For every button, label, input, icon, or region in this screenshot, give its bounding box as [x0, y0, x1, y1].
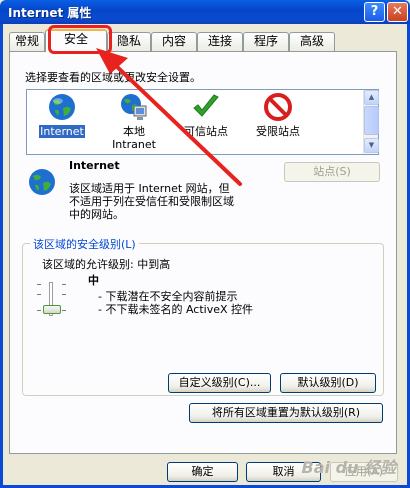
zone-restricted-label: 受限站点	[256, 125, 300, 138]
zone-internet[interactable]: Internet	[27, 92, 97, 138]
default-level-button[interactable]: 默认级别(D)	[280, 373, 376, 393]
security-level-slider-thumb[interactable]	[43, 305, 61, 314]
zone-list-scrollbar[interactable]: ▲ ▼	[363, 90, 379, 154]
slider-tick	[37, 284, 41, 285]
restricted-icon	[264, 93, 292, 121]
scroll-up-icon[interactable]: ▲	[364, 90, 379, 105]
zone-list[interactable]: Internet 本地 Intranet 可信站点 受限站点 ▲ ▼	[26, 89, 379, 155]
globe-icon	[49, 94, 75, 120]
tab-connections[interactable]: 连接	[197, 32, 243, 51]
help-button[interactable]: ?	[364, 2, 385, 22]
watermark: Bai du 经验	[301, 458, 396, 477]
tab-programs[interactable]: 程序	[243, 32, 289, 51]
sites-button[interactable]: 站点(S)	[284, 162, 380, 182]
annotation-highlight-box	[48, 25, 112, 54]
zone-trusted-sites[interactable]: 可信站点	[171, 92, 241, 138]
intranet-icon	[121, 94, 147, 120]
zone-title: Internet	[69, 159, 120, 172]
custom-level-button[interactable]: 自定义级别(C)...	[168, 373, 271, 393]
slider-tick	[37, 310, 41, 311]
tab-content[interactable]: 内容	[151, 32, 197, 51]
zone-local-intranet[interactable]: 本地 Intranet	[99, 92, 169, 151]
level-bullet-2: - 不下载未签名的 ActiveX 控件	[98, 303, 254, 316]
tab-advanced[interactable]: 高级	[289, 32, 335, 51]
zone-trusted-label: 可信站点	[184, 125, 228, 138]
reset-all-zones-button[interactable]: 将所有区域重置为默认级别(R)	[189, 403, 383, 423]
security-level-group-title: 该区域的安全级别(L)	[30, 236, 139, 252]
allowed-level-text: 该区域的允许级别: 中到高	[42, 258, 171, 271]
zone-description-line3: 中的网站。	[69, 208, 124, 221]
slider-tick	[62, 284, 66, 285]
tab-privacy[interactable]: 隐私	[107, 32, 151, 51]
window-title: Internet 属性	[8, 6, 92, 20]
scroll-down-icon[interactable]: ▼	[364, 138, 379, 153]
title-bar: Internet 属性 ? ✕	[0, 0, 410, 24]
zone-globe-icon	[29, 169, 55, 195]
zone-intranet-label: 本地 Intranet	[112, 125, 156, 151]
slider-tick	[62, 310, 66, 311]
slider-tick	[37, 294, 41, 295]
tab-general[interactable]: 常规	[9, 32, 45, 51]
checkmark-icon	[193, 94, 219, 117]
zone-internet-label: Internet	[39, 125, 85, 138]
slider-tick	[62, 294, 66, 295]
zone-restricted-sites[interactable]: 受限站点	[243, 92, 313, 138]
level-name: 中	[88, 274, 99, 287]
scroll-thumb[interactable]	[364, 106, 379, 135]
close-button[interactable]: ✕	[387, 2, 408, 22]
ok-button[interactable]: 确定	[167, 462, 238, 482]
zone-instruction: 选择要查看的区域或更改安全设置。	[25, 71, 201, 84]
